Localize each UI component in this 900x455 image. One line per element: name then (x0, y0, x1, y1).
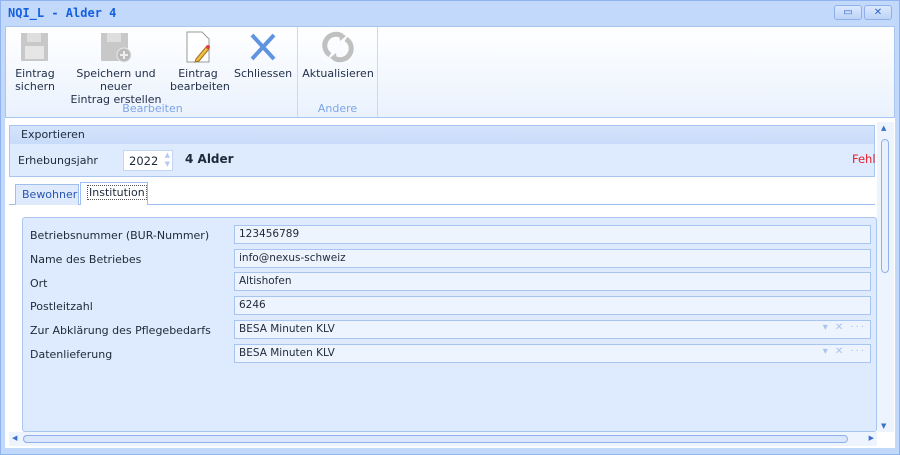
refresh-button[interactable]: Aktualisieren (300, 31, 376, 80)
field-label: Ort (30, 277, 48, 290)
button-label: Aktualisieren (302, 67, 374, 80)
scroll-down-icon[interactable]: ▼ (881, 422, 886, 430)
vertical-scrollbar[interactable]: ▲ ▼ (877, 122, 894, 432)
field-label: Datenlieferung (30, 348, 113, 361)
postal-code-input[interactable]: 6246 (234, 296, 871, 315)
refresh-icon (322, 31, 354, 63)
horizontal-scrollbar[interactable]: ◀ ▶ (9, 432, 877, 446)
floppy-disk-add-icon (101, 33, 132, 63)
close-icon: ✕ (873, 7, 883, 18)
dropdown-clear-more-icons[interactable]: ▾ ✕ ··· (823, 346, 866, 357)
save-entry-button[interactable]: Eintrag sichern (10, 31, 60, 93)
group-label: Andere (317, 102, 358, 115)
close-x-icon (250, 33, 276, 61)
window-title: NQI_L - Alder 4 (8, 6, 117, 20)
scroll-up-icon[interactable]: ▲ (881, 124, 886, 132)
restore-button[interactable]: ▭ (834, 5, 862, 20)
dropdown-clear-more-icons[interactable]: ▾ ✕ ··· (823, 322, 866, 333)
care-assessment-select[interactable]: BESA Minuten KLV ▾ ✕ ··· (234, 320, 871, 339)
bur-number-input[interactable]: 123456789 (234, 225, 871, 244)
error-text: Fehle (852, 152, 876, 166)
select-value: BESA Minuten KLV (239, 347, 335, 359)
save-and-new-button[interactable]: Speichern und neuer Eintrag erstellen (62, 31, 170, 106)
company-name-input[interactable]: info@nexus-schweiz (234, 249, 871, 268)
spinner-arrows-icon[interactable]: ▲ ▼ (165, 151, 170, 169)
year-label: Erhebungsjahr (18, 154, 98, 167)
scroll-right-icon[interactable]: ▶ (869, 434, 874, 442)
year-spinner[interactable]: 2022 ▲ ▼ (123, 150, 173, 171)
field-label: Betriebsnummer (BUR-Nummer) (30, 229, 210, 242)
field-label: Postleitzahl (30, 300, 93, 313)
tab-institution[interactable]: Institution (80, 182, 148, 205)
close-window-button[interactable]: ✕ (864, 5, 892, 20)
year-value: 2022 (129, 154, 159, 168)
scroll-thumb-h[interactable] (23, 435, 848, 443)
button-label: Schliessen (234, 67, 293, 80)
ribbon: Bearbeiten Andere Eintrag sichern Speich… (5, 26, 895, 118)
field-label: Zur Abklärung des Pflegebedarfs (30, 324, 211, 337)
floppy-disk-icon (21, 33, 48, 61)
export-panel: Exportieren Erhebungsjahr 2022 ▲ ▼ 4 Alde… (9, 125, 876, 177)
button-label: Eintrag (178, 67, 218, 80)
export-header[interactable]: Exportieren (10, 126, 874, 144)
restore-icon: ▭ (843, 7, 853, 18)
tab-bewohner[interactable]: Bewohner (15, 184, 79, 205)
institution-name: 4 Alder (185, 152, 234, 166)
button-label: bearbeiten (170, 80, 230, 93)
select-value: BESA Minuten KLV (239, 323, 335, 335)
button-label: sichern (15, 80, 55, 93)
close-entry-button[interactable]: Schliessen (234, 31, 292, 80)
button-label: Speichern und neuer (76, 67, 156, 93)
field-label: Name des Betriebes (30, 253, 142, 266)
edit-entry-button[interactable]: Eintrag bearbeiten (170, 31, 230, 93)
data-delivery-select[interactable]: BESA Minuten KLV ▾ ✕ ··· (234, 344, 871, 363)
button-label: Eintrag (15, 67, 55, 80)
city-input[interactable]: Altishofen (234, 272, 871, 291)
scroll-left-icon[interactable]: ◀ (12, 434, 17, 442)
button-label: Eintrag erstellen (70, 93, 162, 106)
tab-label: Institution (87, 185, 147, 200)
scroll-thumb[interactable] (881, 139, 889, 273)
edit-document-icon (186, 31, 210, 63)
